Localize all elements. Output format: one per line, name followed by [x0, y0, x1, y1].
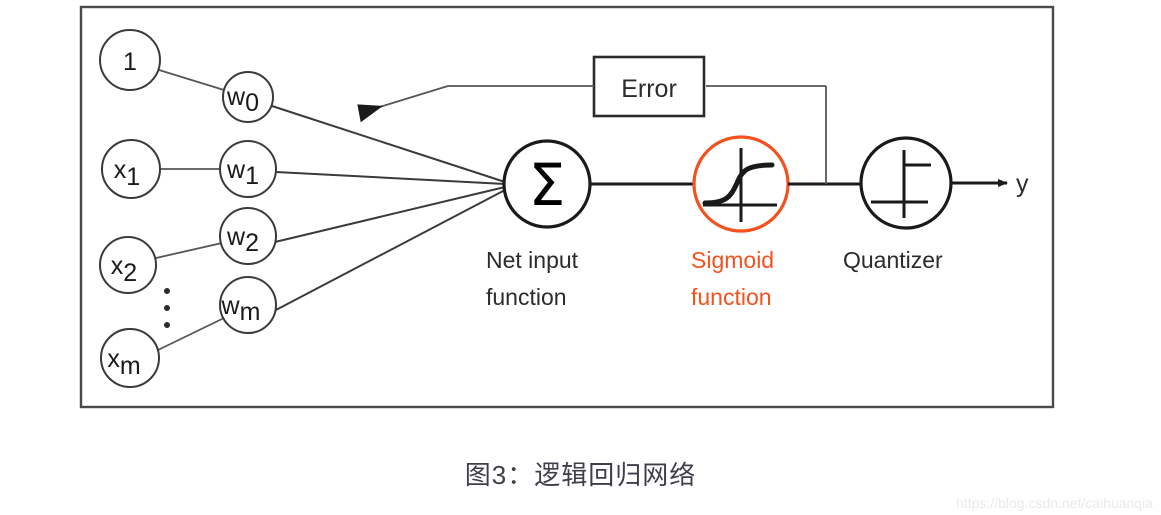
sigma-icon: Σ	[529, 151, 566, 219]
network-diagram-svg: 1 x1 x2 xm w0 w1 w2 wm Σ y Error Net inp…	[79, 5, 1055, 409]
edge-input1-to-w0	[158, 69, 225, 91]
edge-w0-to-sum	[271, 105, 506, 183]
edge-w2-to-sum	[274, 186, 506, 243]
quantizer-label: Quantizer	[843, 247, 943, 273]
sigmoid-label-line2: function	[691, 284, 772, 310]
net-input-label-line1: Net input	[486, 247, 579, 273]
watermark-url: https://blog.csdn.net/caihuanqia	[956, 495, 1153, 511]
error-label: Error	[621, 75, 677, 103]
net-input-label-line2: function	[486, 284, 567, 310]
sigmoid-label-line1: Sigmoid	[691, 247, 774, 273]
error-output-arrow	[357, 85, 449, 123]
input-label-bias: 1	[123, 48, 137, 76]
logistic-regression-network-figure: 1 x1 x2 xm w0 w1 w2 wm Σ y Error Net inp…	[0, 0, 1161, 515]
edge-x2-to-w2	[155, 242, 223, 259]
quantizer-node	[859, 136, 953, 230]
edge-w1-to-sum	[275, 171, 506, 185]
output-label-y: y	[1016, 170, 1029, 198]
edge-wm-to-sum	[273, 189, 506, 312]
input-ellipsis	[164, 288, 170, 328]
figure-caption: 图3：逻辑回归网络	[464, 460, 697, 490]
